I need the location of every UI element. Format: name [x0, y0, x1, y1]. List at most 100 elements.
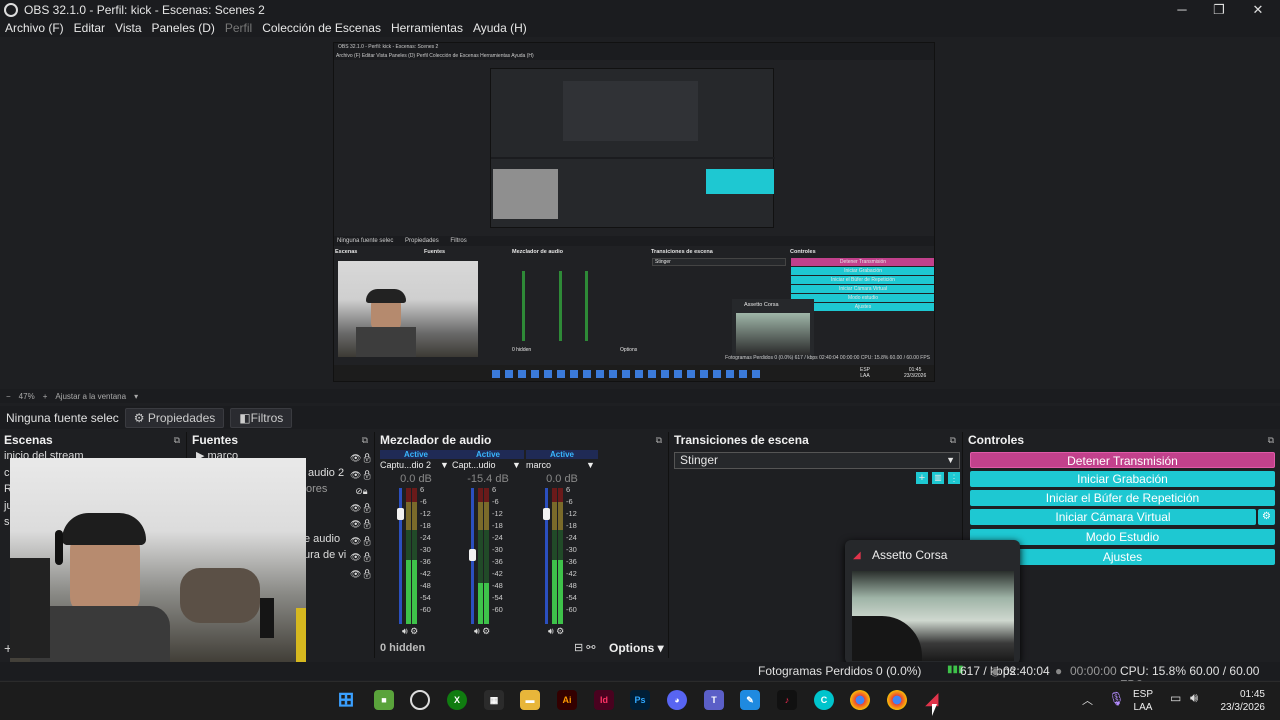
chevron-down-icon[interactable]: ▼: [512, 460, 521, 470]
start-virtual-camera-button[interactable]: Iniciar Cámara Virtual: [970, 509, 1256, 525]
zoom-in-button[interactable]: +: [43, 392, 48, 401]
eye-icon[interactable]: 👁︎🔒︎: [350, 500, 373, 517]
menu-paneles[interactable]: Paneles (D): [147, 19, 220, 37]
dock-float-icon[interactable]: ⧉: [174, 432, 180, 448]
eye-icon[interactable]: 👁︎🔒︎: [350, 533, 373, 550]
nested-hidden: 0 hidden: [512, 347, 532, 353]
windows-start-icon[interactable]: ⊞: [336, 690, 356, 710]
dock-float-icon[interactable]: ⧉: [656, 432, 662, 448]
rec-icon: ●: [1055, 664, 1063, 678]
nested-btn-2: Iniciar el Búfer de Repetición: [791, 276, 934, 284]
dock-float-icon[interactable]: ⧉: [950, 432, 956, 448]
draw-app-icon[interactable]: ✎: [740, 690, 760, 710]
mixer-layout-icon[interactable]: ⊟ ⚯: [574, 641, 596, 654]
fader-knob[interactable]: [469, 549, 476, 562]
volume-icon[interactable]: 🔊︎: [1190, 690, 1198, 706]
menu-ayuda[interactable]: Ayuda (H): [468, 19, 532, 37]
tick-label: -48: [492, 581, 503, 590]
eye-icon[interactable]: 👁︎🔒︎: [350, 467, 373, 484]
eye-icon[interactable]: 👁︎🔒︎: [350, 450, 373, 467]
remove-transition-button[interactable]: ▥: [932, 472, 944, 484]
menu-archivo[interactable]: Archivo (F): [0, 19, 69, 37]
nested-transitions-title: Transiciones de escena: [651, 249, 713, 255]
chrome-icon[interactable]: [850, 690, 870, 710]
properties-button[interactable]: ⚙ Propiedades: [124, 407, 225, 428]
dock-float-icon[interactable]: ⧉: [362, 432, 368, 448]
tick-label: -48: [420, 581, 431, 590]
minecraft-icon[interactable]: ■: [374, 690, 394, 710]
photoshop-icon[interactable]: Ps: [630, 690, 650, 710]
discord-icon[interactable]: ◕: [667, 690, 687, 710]
maximize-button[interactable]: ❐: [1199, 0, 1239, 20]
nested-menu: Archivo (F) Editar Vista Paneles (D) Per…: [334, 52, 934, 60]
eye-icon[interactable]: 👁︎🔒︎: [350, 516, 373, 533]
virtual-camera-settings-icon[interactable]: ⚙: [1258, 509, 1275, 525]
chevron-down-icon[interactable]: ▼: [440, 460, 449, 470]
canva-icon[interactable]: C: [814, 690, 834, 710]
menu-perfil[interactable]: Perfil: [220, 19, 257, 37]
tiktok-icon[interactable]: ♪: [777, 690, 797, 710]
chevron-down-icon[interactable]: ▾: [134, 392, 138, 401]
chair: [10, 558, 50, 658]
add-transition-button[interactable]: +: [916, 472, 928, 484]
illustrator-icon[interactable]: Ai: [557, 690, 577, 710]
nested-popup: Assetto Corsa: [732, 299, 814, 359]
chrome-icon[interactable]: [887, 690, 907, 710]
stop-streaming-button[interactable]: Detener Transmisión: [970, 452, 1275, 468]
filters-button[interactable]: ◧Filtros: [230, 407, 293, 428]
menu-herramientas[interactable]: Herramientas: [386, 19, 468, 37]
tick-label: 6: [566, 485, 571, 494]
start-recording-button[interactable]: Iniciar Grabación: [970, 471, 1275, 487]
meter-ticks: 6 -6 -12 -18 -24 -30 -36 -42 -48 -54 -60: [420, 484, 431, 616]
teams-icon[interactable]: T: [704, 690, 724, 710]
fit-window-label[interactable]: Ajustar a la ventana: [55, 392, 126, 401]
assetto-corsa-icon: ◢: [853, 550, 861, 561]
taskbar-preview-popup[interactable]: ◢ Assetto Corsa: [845, 540, 1020, 664]
xbox-icon[interactable]: X: [447, 690, 467, 710]
chevron-down-icon: ▼: [946, 455, 955, 465]
zoom-out-button[interactable]: −: [6, 392, 11, 401]
eye-icon[interactable]: 👁︎🔒︎: [350, 549, 373, 566]
transition-menu-button[interactable]: ⋮: [948, 472, 960, 484]
file-explorer-icon[interactable]: ▬: [520, 690, 540, 710]
tick-label: -18: [492, 521, 503, 530]
tick-label: -54: [566, 593, 577, 602]
mute-icon[interactable]: 🔊︎ ⚙: [402, 626, 418, 637]
indesign-icon[interactable]: Id: [594, 690, 614, 710]
stream-icon: ◉: [990, 664, 1001, 678]
eye-off-icon[interactable]: ⊘🔒︎: [350, 483, 373, 500]
level-meter: [412, 488, 417, 624]
tick-label: 6: [492, 485, 497, 494]
nested-title: OBS 32.1.0 - Perfil: kick - Escenas: Sce…: [334, 43, 934, 52]
microphone-icon[interactable]: 🎙︎: [1108, 691, 1125, 707]
car-cockpit: [852, 616, 922, 661]
nested-date: 23/3/2026: [904, 373, 927, 379]
tick-label: -60: [420, 605, 431, 614]
mute-icon[interactable]: 🔊︎ ⚙: [548, 626, 564, 637]
store-icon[interactable]: ▦: [484, 690, 504, 710]
menu-vista[interactable]: Vista: [110, 19, 146, 37]
minimize-button[interactable]: ─: [1162, 0, 1202, 20]
dock-float-icon[interactable]: ⧉: [1268, 432, 1274, 448]
language-indicator[interactable]: ESP LAA: [1133, 688, 1153, 714]
nested-status: Fotogramas Perdidos 0 (0.0%) 617 / kbps …: [725, 355, 930, 361]
menu-coleccion-escenas[interactable]: Colección de Escenas: [257, 19, 386, 37]
close-button[interactable]: ✕: [1238, 0, 1278, 20]
clock[interactable]: 01:45 23/3/2026: [1207, 688, 1266, 714]
transition-select[interactable]: Stinger ▼: [674, 452, 960, 469]
channel-db: 0.0 dB: [546, 473, 578, 485]
fader-knob[interactable]: [543, 508, 550, 521]
network-icon[interactable]: ▭: [1170, 691, 1181, 705]
mute-icon[interactable]: 🔊︎ ⚙: [474, 626, 490, 637]
language-code: ESP: [1133, 689, 1154, 700]
menu-editar[interactable]: Editar: [69, 19, 110, 37]
eye-icon[interactable]: 👁︎🔒︎: [350, 566, 373, 583]
fader-knob[interactable]: [397, 508, 404, 521]
options-button[interactable]: Options ▾: [609, 641, 664, 655]
chevron-down-icon[interactable]: ▼: [586, 460, 595, 470]
sources-title: Fuentes: [192, 433, 239, 447]
obs-taskbar-icon[interactable]: [410, 690, 430, 710]
start-replay-buffer-button[interactable]: Iniciar el Búfer de Repetición: [970, 490, 1275, 506]
filter-icon: ◧: [239, 410, 251, 425]
chevron-up-icon[interactable]: ︿: [1082, 692, 1093, 708]
